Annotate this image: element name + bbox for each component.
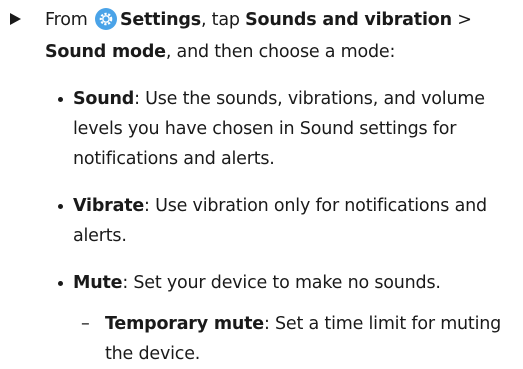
mode-name: Vibrate (73, 196, 145, 216)
sounds-vibration-label: Sounds and vibration (245, 10, 452, 30)
mode-description: : Use the sounds, vibrations, and volume… (73, 89, 485, 169)
step-text: From Settings, tap Sounds and vibration … (45, 4, 515, 68)
bullet-dot (58, 204, 63, 209)
mode-name: Mute (73, 273, 123, 293)
chevron-right-icon: > (451, 10, 472, 30)
from-text: From (45, 10, 88, 30)
bullet-dot (58, 97, 63, 102)
settings-gear-icon (94, 8, 117, 30)
then-text: , and then choose a mode: (165, 42, 396, 62)
sub-mode-name: Temporary mute (105, 314, 264, 334)
mode-item-mute: Mute: Set your device to make no sounds. (58, 268, 513, 298)
bullet-dot (58, 281, 63, 286)
sub-mode-item-temporary-mute: – Temporary mute: Set a time limit for m… (81, 309, 515, 369)
mode-item-sound: Sound: Use the sounds, vibrations, and v… (58, 84, 513, 174)
mode-name: Sound (73, 89, 135, 109)
sound-mode-label: Sound mode (45, 42, 166, 62)
settings-label: Settings (119, 10, 201, 30)
triangle-right-icon (10, 13, 21, 25)
mode-description: : Set your device to make no sounds. (122, 273, 441, 293)
dash-marker: – (81, 314, 90, 334)
tap-text: , tap (200, 10, 240, 30)
instruction-page: From Settings, tap Sounds and vibration … (0, 0, 523, 369)
mode-item-vibrate: Vibrate: Use vibration only for notifica… (58, 191, 513, 251)
